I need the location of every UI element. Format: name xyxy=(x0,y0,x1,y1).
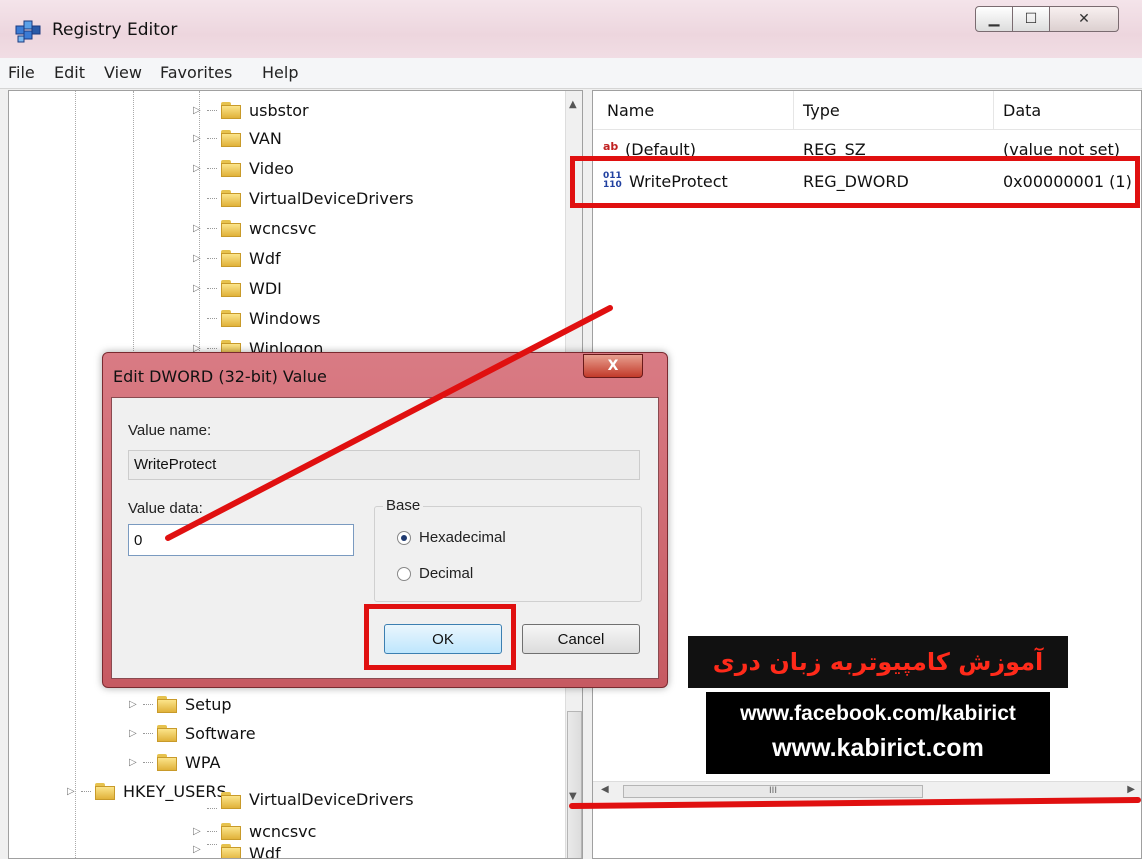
tree-item-wdf-lower[interactable]: ▷ Wdf xyxy=(193,844,281,858)
scroll-thumb[interactable] xyxy=(567,711,582,858)
folder-icon xyxy=(221,189,241,207)
tree-item-wdi[interactable]: ▷ WDI xyxy=(193,275,282,301)
maximize-button[interactable]: ☐ xyxy=(1012,6,1050,32)
facebook-url: www.facebook.com/kabirict xyxy=(740,702,1016,725)
tree-item-virtualdevicedrivers[interactable]: VirtualDeviceDrivers xyxy=(193,185,414,211)
watermark-url-banner: www.facebook.com/kabirict www.kabirict.c… xyxy=(706,692,1050,774)
hexadecimal-radio[interactable]: Hexadecimal xyxy=(397,529,506,546)
column-type-header[interactable]: Type xyxy=(803,101,840,120)
folder-icon xyxy=(157,753,177,771)
window-title: Registry Editor xyxy=(52,20,178,40)
tree-item-wpa[interactable]: ▷ WPA xyxy=(129,749,220,775)
menu-edit[interactable]: Edit xyxy=(54,63,85,82)
tree-item-wcncsvc[interactable]: ▷ wcncsvc xyxy=(193,215,316,241)
expand-icon[interactable]: ▷ xyxy=(193,844,205,855)
scroll-thumb[interactable]: III xyxy=(623,785,923,798)
annotation-highlight-writeprotect xyxy=(570,156,1140,208)
close-icon: X xyxy=(607,358,619,374)
tree-item-virtualdevicedrivers-lower[interactable]: VirtualDeviceDrivers xyxy=(193,791,414,809)
tree-item-video[interactable]: ▷ Video xyxy=(193,155,294,181)
values-horizontal-scrollbar[interactable]: ◀ III ▶ xyxy=(593,781,1141,802)
scroll-up-icon[interactable]: ▲ xyxy=(569,99,577,110)
expand-icon[interactable]: ▷ xyxy=(193,253,205,264)
menu-view[interactable]: View xyxy=(104,63,142,82)
annotation-highlight-ok xyxy=(364,604,516,670)
minimize-button[interactable]: ▁ xyxy=(975,6,1013,32)
expand-icon[interactable]: ▷ xyxy=(129,728,141,739)
radio-selected-icon[interactable] xyxy=(397,530,411,545)
expand-icon[interactable]: ▷ xyxy=(67,786,79,797)
scroll-right-icon[interactable]: ▶ xyxy=(1127,784,1135,795)
dialog-title: Edit DWORD (32-bit) Value xyxy=(113,367,327,386)
radio-icon[interactable] xyxy=(397,566,411,581)
menu-favorites[interactable]: Favorites xyxy=(160,63,232,82)
folder-icon xyxy=(221,844,241,858)
scroll-left-icon[interactable]: ◀ xyxy=(601,784,609,795)
base-group: Base Hexadecimal Decimal xyxy=(374,497,642,602)
column-data-header[interactable]: Data xyxy=(1003,101,1041,120)
expand-icon[interactable]: ▷ xyxy=(193,105,205,116)
close-button[interactable]: ✕ xyxy=(1049,6,1119,32)
folder-icon xyxy=(157,695,177,713)
tree-item-van[interactable]: ▷ VAN xyxy=(193,125,282,151)
value-data-input[interactable] xyxy=(128,524,354,556)
scroll-grip: III xyxy=(769,786,777,796)
column-name-header[interactable]: Name xyxy=(607,101,654,120)
folder-icon xyxy=(221,159,241,177)
expand-icon[interactable]: ▷ xyxy=(193,223,205,234)
folder-icon xyxy=(221,249,241,267)
tree-item-windows[interactable]: Windows xyxy=(193,305,320,331)
tree-item-software[interactable]: ▷ Software xyxy=(129,720,256,746)
folder-icon xyxy=(221,101,241,119)
folder-icon xyxy=(221,792,241,809)
menu-file[interactable]: File xyxy=(8,63,35,82)
expand-icon[interactable]: ▷ xyxy=(193,133,205,144)
folder-icon xyxy=(157,724,177,742)
minimize-icon: ▁ xyxy=(988,11,1000,27)
folder-icon xyxy=(95,782,115,800)
folder-icon xyxy=(221,279,241,297)
folder-icon xyxy=(221,129,241,147)
value-name-label: Value name: xyxy=(128,422,212,439)
maximize-icon: ☐ xyxy=(1024,11,1038,27)
expand-icon[interactable]: ▷ xyxy=(193,283,205,294)
base-label: Base xyxy=(383,497,424,514)
menu-bar: File Edit View Favorites Help xyxy=(0,58,1142,89)
column-header: Name Type Data xyxy=(593,91,1141,130)
cancel-button[interactable]: Cancel xyxy=(522,624,640,654)
expand-icon[interactable]: ▷ xyxy=(193,163,205,174)
scroll-down-icon[interactable]: ▼ xyxy=(569,791,577,802)
tree-item-setup[interactable]: ▷ Setup xyxy=(129,691,232,717)
registry-editor-icon xyxy=(15,20,41,43)
menu-help[interactable]: Help xyxy=(262,63,298,82)
folder-icon xyxy=(221,309,241,327)
watermark-title-banner: آموزش کامپیوتربه زبان دری xyxy=(688,636,1068,688)
decimal-radio[interactable]: Decimal xyxy=(397,565,473,582)
folder-icon xyxy=(221,822,241,840)
website-url: www.kabirict.com xyxy=(772,734,984,762)
value-data-label: Value data: xyxy=(128,500,203,517)
expand-icon[interactable]: ▷ xyxy=(129,699,141,710)
expand-icon[interactable]: ▷ xyxy=(193,826,205,837)
tree-item-usbstor[interactable]: ▷ usbstor xyxy=(193,97,309,123)
close-icon: ✕ xyxy=(1078,11,1090,27)
title-bar: Registry Editor ▁ ☐ ✕ xyxy=(0,0,1142,58)
tree-guide-line xyxy=(75,91,76,858)
tree-item-wcncsvc-lower[interactable]: ▷ wcncsvc xyxy=(193,818,316,844)
folder-icon xyxy=(221,219,241,237)
expand-icon[interactable]: ▷ xyxy=(129,757,141,768)
tree-item-wdf[interactable]: ▷ Wdf xyxy=(193,245,281,271)
value-name-field: WriteProtect xyxy=(128,450,640,480)
dialog-close-button[interactable]: X xyxy=(583,354,643,378)
